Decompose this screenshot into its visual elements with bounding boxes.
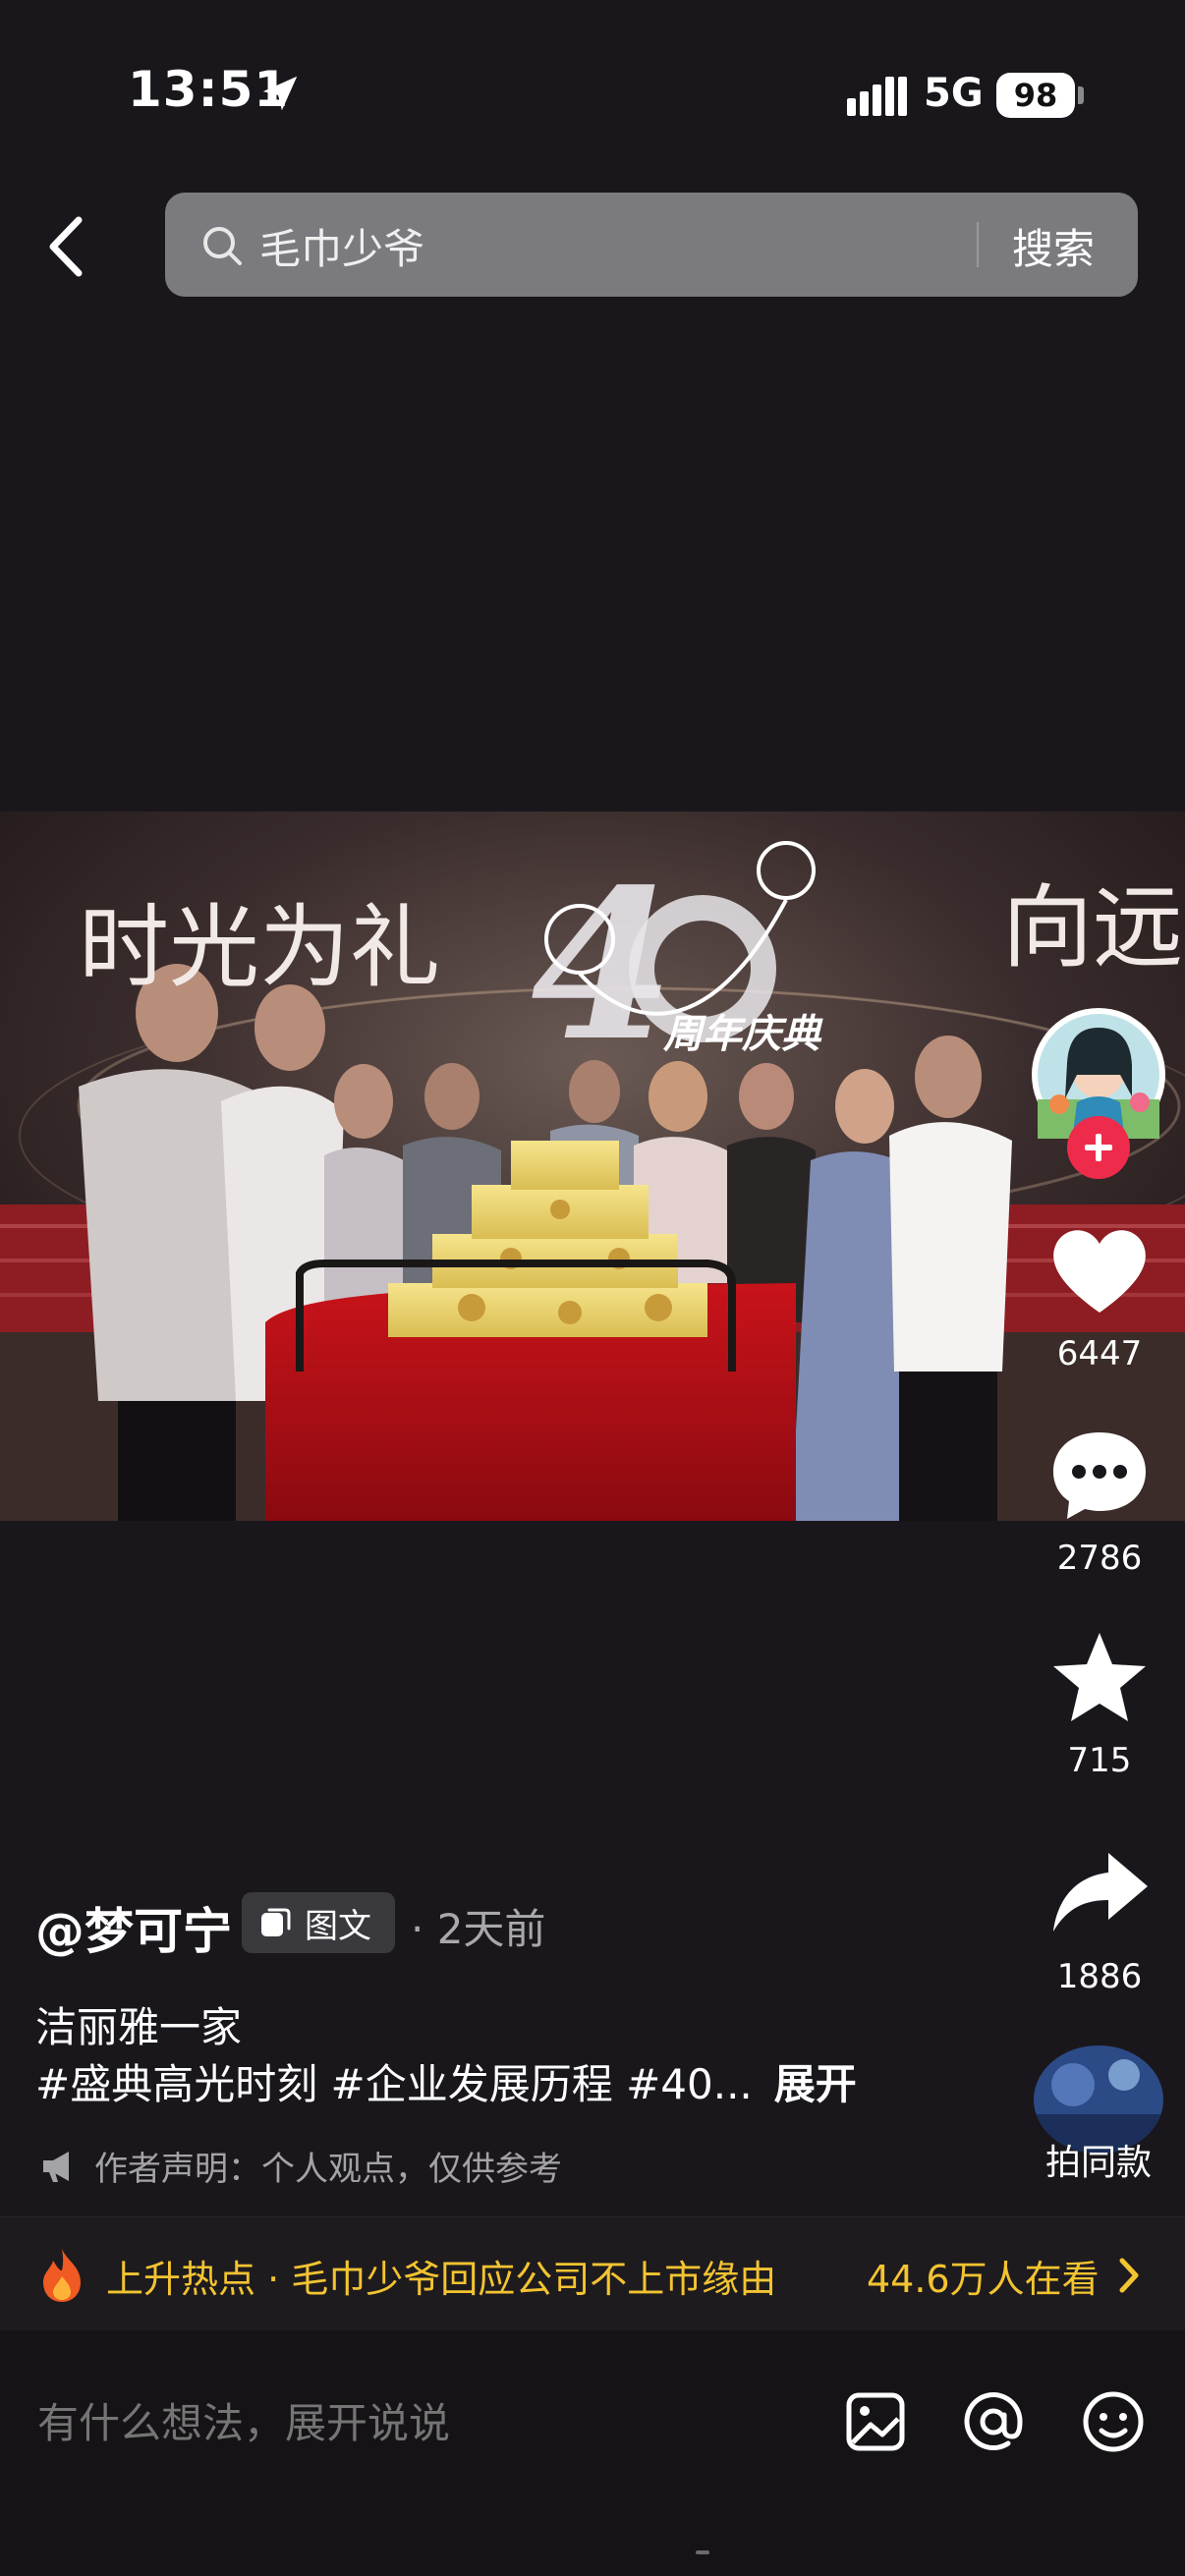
home-indicator (696, 2550, 709, 2554)
battery-icon: 98 (996, 73, 1075, 118)
location-arrow-icon (262, 76, 298, 111)
megaphone-icon (43, 2151, 69, 2182)
battery-nub (1078, 86, 1084, 104)
hot-topic-banner[interactable]: 上升热点 · 毛巾少爷回应公司不上市缘由 44.6万人在看 (0, 2216, 1185, 2330)
share-icon[interactable] (1045, 1843, 1154, 1941)
back-icon[interactable] (39, 212, 98, 281)
post-hashtags-row: #盛典高光时刻 #企业发展历程 #40... 展开 (35, 2051, 857, 2111)
like-count: 6447 (1056, 1334, 1143, 1373)
post-type-badge: 图文 (242, 1892, 395, 1953)
search-bar[interactable]: 毛巾少爷 搜索 (165, 193, 1138, 297)
gallery-icon (261, 1908, 291, 1936)
signal-icon (847, 77, 907, 116)
photo-banner-left: 时光为礼 (79, 895, 440, 1000)
network-label: 5G (924, 71, 984, 116)
comment-input[interactable] (35, 2389, 802, 2458)
battery-level: 98 (1013, 77, 1058, 114)
post-image[interactable]: 4 时光为礼 向远 周年庆典 (0, 812, 1185, 1521)
share-count: 1886 (1056, 1957, 1143, 1996)
follow-button[interactable] (1067, 1116, 1130, 1179)
author-name[interactable]: @梦可宁 (35, 1892, 232, 1963)
search-icon (203, 227, 242, 265)
mention-icon[interactable] (957, 2385, 1030, 2458)
remix-button[interactable]: 拍同款 (1028, 2134, 1169, 2185)
post-title: 洁丽雅一家 (35, 2003, 243, 2051)
emoji-icon[interactable] (1077, 2385, 1150, 2458)
post-time: · 2天前 (411, 1905, 546, 1953)
plus-icon (1085, 1134, 1112, 1161)
hot-topic-text[interactable]: 上升热点 · 毛巾少爷回应公司不上市缘由 (106, 2249, 776, 2303)
comment-count: 2786 (1056, 1539, 1143, 1578)
post-hashtags[interactable]: #盛典高光时刻 #企业发展历程 #40... (35, 2060, 753, 2108)
author-declaration: 作者声明：个人观点，仅供参考 (39, 2142, 562, 2190)
comment-bar (0, 2330, 1185, 2576)
declaration-text: 作者声明：个人观点，仅供参考 (94, 2150, 562, 2189)
post-type-label: 图文 (305, 1906, 371, 1946)
search-button[interactable]: 搜索 (1012, 216, 1095, 276)
event-photo: 4 时光为礼 向远 周年庆典 (0, 812, 1185, 1521)
photo-banner-right: 向远 (1002, 875, 1183, 980)
like-icon[interactable] (1045, 1222, 1154, 1320)
chevron-right-icon[interactable] (1114, 2255, 1144, 2296)
comment-icon[interactable] (1045, 1425, 1154, 1523)
search-divider (977, 222, 979, 267)
search-input[interactable]: 毛巾少爷 (259, 216, 424, 276)
hot-topic-viewers: 44.6万人在看 (867, 2258, 1100, 2301)
favorite-count: 715 (1067, 1741, 1132, 1780)
fire-icon (43, 2249, 81, 2302)
expand-button[interactable]: 展开 (774, 2060, 857, 2108)
favorite-star-icon[interactable] (1045, 1629, 1154, 1727)
photo-logo-caption: 周年庆典 (662, 1012, 823, 1057)
image-icon[interactable] (839, 2385, 912, 2458)
